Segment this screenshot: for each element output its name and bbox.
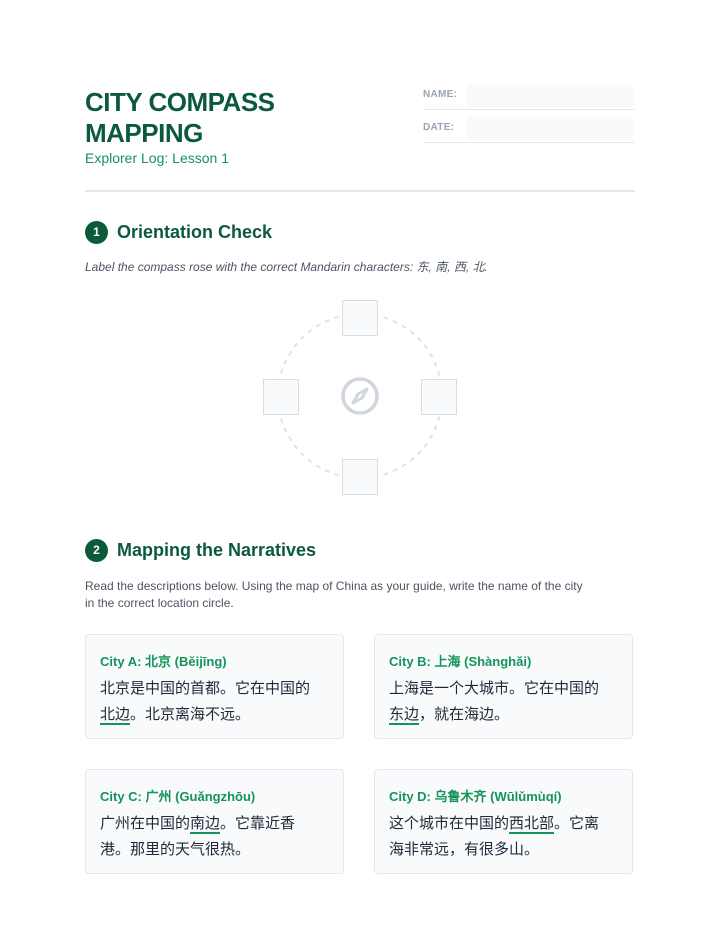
- compass-north-box[interactable]: [342, 300, 378, 336]
- card-line: 上海是一个大城市。它在中国的: [389, 679, 600, 697]
- city-card-title: City A: 北京 (Běijīng): [100, 654, 227, 669]
- date-label: DATE:: [423, 122, 455, 133]
- underlined-direction: 南边: [190, 814, 221, 834]
- section-2-instruction-line-2: in the correct location circle.: [85, 596, 234, 610]
- city-card-title: City C: 广州 (Guǎngzhōu): [100, 789, 256, 804]
- worksheet-page: CITY COMPASS MAPPING Explorer Log: Lesso…: [85, 0, 635, 932]
- section-1-title: Orientation Check: [117, 222, 273, 242]
- card-line: 港。那里的天气很热。: [100, 840, 251, 858]
- city-card-text: 北京是中国的首都。它在中国的 北边。北京离海不远。: [100, 675, 335, 727]
- underlined-direction: 东边: [389, 705, 420, 725]
- city-card-c: City C: 广州 (Guǎngzhōu) 广州在中国的南边。它靠近香 港。那…: [85, 769, 344, 874]
- name-field-row: NAME:: [423, 84, 635, 110]
- city-card-text: 广州在中国的南边。它靠近香 港。那里的天气很热。: [100, 810, 335, 862]
- city-card-text: 上海是一个大城市。它在中国的 东边，就在海边。: [389, 675, 624, 727]
- title-line-1: CITY COMPASS: [85, 87, 275, 117]
- card-line: ，就在海边。: [419, 705, 510, 723]
- city-card-d: City D: 乌鲁木齐 (Wūlǔmùqí) 这个城市在中国的西北部。它离 海…: [374, 769, 633, 874]
- underlined-direction: 西北部: [509, 814, 555, 834]
- date-field-row: DATE:: [423, 117, 635, 143]
- card-line: 。北京离海不远。: [130, 705, 251, 723]
- city-card-title: City B: 上海 (Shànghǎi): [389, 654, 532, 669]
- page-title: CITY COMPASS MAPPING: [85, 87, 275, 149]
- section-2-instruction: Read the descriptions below. Using the m…: [85, 578, 583, 612]
- title-line-2: MAPPING: [85, 118, 203, 148]
- section-1-instruction: Label the compass rose with the correct …: [85, 260, 488, 274]
- name-label: NAME:: [423, 89, 458, 100]
- page-subtitle: Explorer Log: Lesson 1: [85, 150, 229, 166]
- section-2-badge: 2: [85, 539, 108, 562]
- city-card-title: City D: 乌鲁木齐 (Wūlǔmùqí): [389, 789, 562, 804]
- card-line: 广州在中国的: [100, 814, 191, 832]
- compass-east-box[interactable]: [421, 379, 457, 415]
- city-card-b: City B: 上海 (Shànghǎi) 上海是一个大城市。它在中国的 东边，…: [374, 634, 633, 739]
- section-1-badge: 1: [85, 221, 108, 244]
- card-line: 。它离: [554, 814, 600, 832]
- underlined-direction: 北边: [100, 705, 131, 725]
- city-card-text: 这个城市在中国的西北部。它离 海非常远，有很多山。: [389, 810, 624, 862]
- name-input[interactable]: [467, 84, 633, 107]
- card-line: 海非常远，有很多山。: [389, 840, 540, 858]
- compass-south-box[interactable]: [342, 459, 378, 495]
- card-line: 这个城市在中国的: [389, 814, 510, 832]
- compass-icon: [341, 377, 379, 415]
- compass-west-box[interactable]: [263, 379, 299, 415]
- date-input[interactable]: [467, 117, 633, 140]
- header-divider: [85, 190, 635, 192]
- city-card-a: City A: 北京 (Běijīng) 北京是中国的首都。它在中国的 北边。北…: [85, 634, 344, 739]
- section-2-title: Mapping the Narratives: [117, 540, 317, 560]
- card-line: 北京是中国的首都。它在中国的: [100, 679, 311, 697]
- compass-rose: [262, 298, 458, 495]
- card-line: 。它靠近香: [220, 814, 296, 832]
- section-2-instruction-line-1: Read the descriptions below. Using the m…: [85, 579, 583, 593]
